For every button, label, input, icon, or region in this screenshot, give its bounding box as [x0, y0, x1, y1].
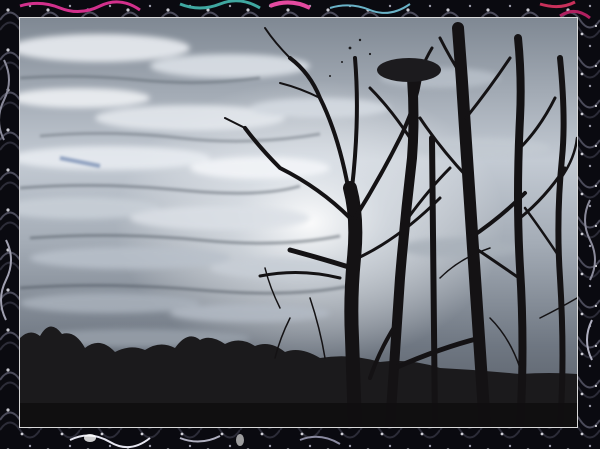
photo-scene	[20, 18, 577, 427]
street-lamp	[377, 58, 441, 82]
image-frame	[0, 0, 600, 449]
photo	[19, 17, 578, 428]
